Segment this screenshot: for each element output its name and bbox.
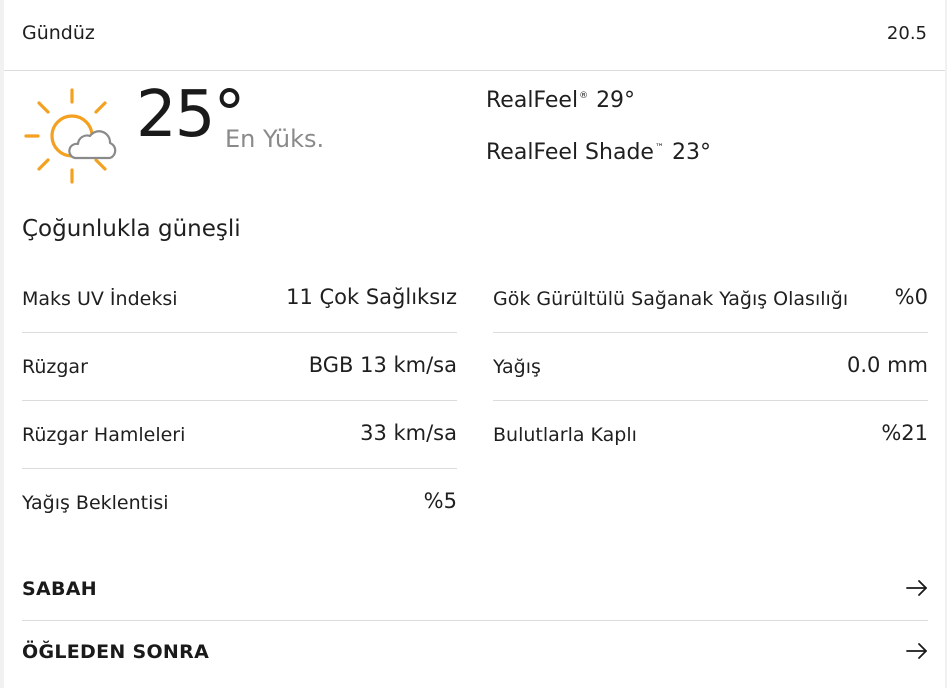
page: Gündüz 20.5 25° En Yüks. RealFeel® 29° R…	[0, 0, 947, 688]
period-title: Gündüz	[22, 22, 95, 44]
detail-value: 11 Çok Sağlıksız	[286, 285, 457, 309]
detail-value: %0	[894, 285, 928, 309]
detail-label: Rüzgar Hamleleri	[22, 424, 186, 446]
nav-afternoon-label: ÖĞLEDEN SONRA	[22, 641, 210, 663]
detail-row-cloud-cover: Bulutlarla Kaplı %21	[493, 401, 928, 468]
detail-label: Rüzgar	[22, 356, 88, 378]
realfeel: RealFeel® 29°	[486, 88, 635, 113]
arrow-right-icon	[906, 643, 927, 659]
detail-label: Yağış Beklentisi	[22, 492, 169, 514]
trademark-mark: ™	[654, 143, 664, 153]
realfeel-label: RealFeel	[486, 88, 579, 113]
high-temperature-label: En Yüks.	[225, 125, 325, 153]
realfeel-shade-value: 23°	[671, 140, 711, 165]
detail-row-wind-gusts: Rüzgar Hamleleri 33 km/sa	[22, 401, 457, 469]
detail-label: Bulutlarla Kaplı	[493, 424, 637, 446]
nav-afternoon-link[interactable]: ÖĞLEDEN SONRA	[22, 621, 928, 683]
card-header: Gündüz 20.5	[4, 0, 945, 71]
detail-row-thunderstorm: Gök Gürültülü Sağanak Yağış Olasılığı %0	[493, 265, 928, 333]
detail-row-precip-probability: Yağış Beklentisi %5	[22, 469, 457, 536]
detail-row-precipitation: Yağış 0.0 mm	[493, 333, 928, 401]
detail-label: Gök Gürültülü Sağanak Yağış Olasılığı	[493, 288, 849, 310]
nav-morning-label: SABAH	[22, 578, 97, 600]
detail-value: 33 km/sa	[360, 421, 457, 445]
detail-value: 0.0 mm	[847, 353, 928, 377]
realfeel-value: 29°	[596, 88, 636, 113]
detail-value: BGB 13 km/sa	[308, 353, 457, 377]
daytime-forecast-card: Gündüz 20.5 25° En Yüks. RealFeel® 29° R…	[4, 0, 945, 688]
detail-value: %21	[881, 421, 928, 445]
detail-row-uv: Maks UV İndeksi 11 Çok Sağlıksız	[22, 265, 457, 333]
realfeel-shade-label: RealFeel Shade	[486, 140, 654, 165]
arrow-right-icon	[906, 580, 927, 596]
forecast-date: 20.5	[886, 23, 927, 44]
realfeel-shade: RealFeel Shade™ 23°	[486, 140, 711, 165]
details-left-column: Maks UV İndeksi 11 Çok Sağlıksız Rüzgar …	[22, 265, 457, 536]
mostly-sunny-icon	[24, 88, 120, 184]
detail-label: Yağış	[493, 356, 541, 378]
weather-phrase: Çoğunlukla güneşli	[22, 216, 241, 242]
detail-value: %5	[423, 489, 457, 513]
details-right-column: Gök Gürültülü Sağanak Yağış Olasılığı %0…	[493, 265, 928, 468]
registered-mark: ®	[579, 91, 589, 101]
detail-label: Maks UV İndeksi	[22, 288, 178, 310]
nav-morning-link[interactable]: SABAH	[22, 558, 928, 621]
detail-row-wind: Rüzgar BGB 13 km/sa	[22, 333, 457, 401]
